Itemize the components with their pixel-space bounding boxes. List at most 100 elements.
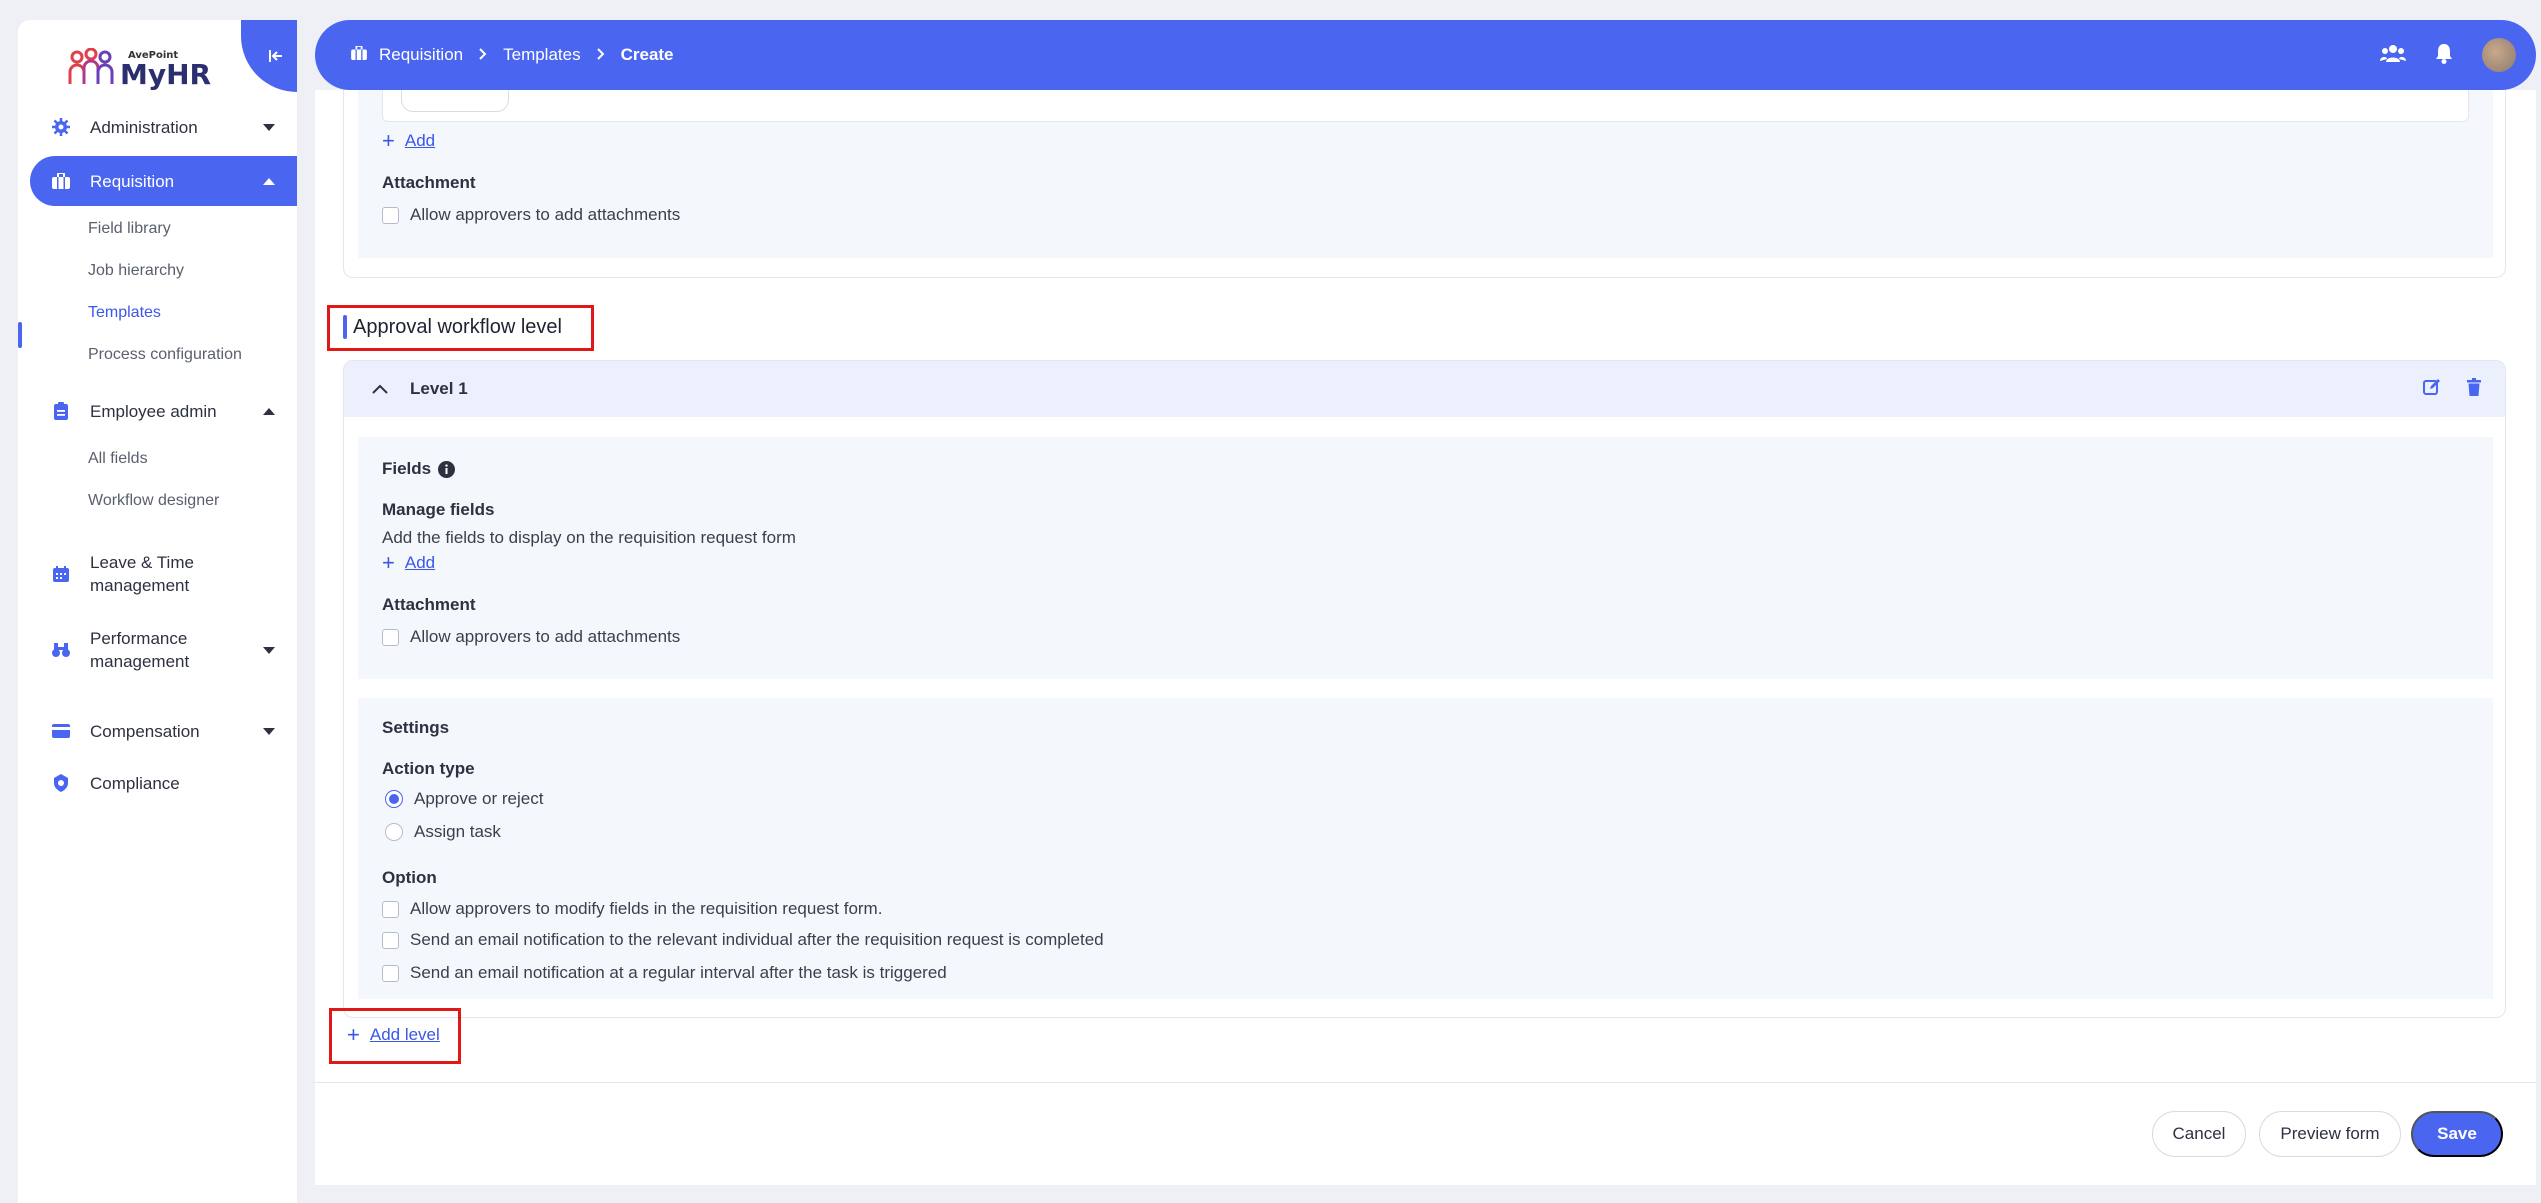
action-type-approve-radio[interactable]: Approve or reject [385,789,543,809]
sidebar-item-label: Employee admin [90,401,217,421]
caret-up-icon [263,401,275,421]
sidebar-subitem-workflow-designer[interactable]: Workflow designer [88,492,219,510]
save-button[interactable]: Save [2411,1111,2503,1157]
sidebar-item-leave-time[interactable]: Leave & Time management [30,544,297,604]
chevron-right-icon [479,47,487,63]
collapse-sidebar-button[interactable] [241,20,297,92]
clipboard-icon [46,402,76,420]
sidebar-item-label: Administration [90,117,198,137]
bell-icon[interactable] [2434,42,2454,69]
radio-circle[interactable] [385,823,403,841]
plus-icon: + [347,1022,360,1047]
binoculars-icon [46,642,76,658]
people-icon[interactable] [2380,44,2406,67]
briefcase-icon [46,173,76,189]
sidebar-subitem-process-configuration[interactable]: Process configuration [88,346,242,364]
collapse-icon [269,50,282,62]
settings-panel: Settings Action type Approve or reject A… [358,698,2493,999]
section-title: Approval workflow level [343,315,562,339]
checkbox-box[interactable] [382,206,399,224]
sidebar-item-label: Compliance [90,773,180,793]
fields-label: Fields [382,459,456,479]
sidebar-subitem-templates[interactable]: Templates [88,304,161,322]
checkbox-box[interactable] [382,900,399,918]
sidebar-subitem-all-fields[interactable]: All fields [88,450,148,468]
checkbox-box[interactable] [382,628,399,646]
settings-label: Settings [382,718,450,737]
checkbox-box[interactable] [382,964,399,982]
level-title: Level 1 [410,379,468,398]
cancel-button[interactable]: Cancel [2152,1111,2246,1157]
section-accent-bar [343,315,347,339]
caret-up-icon [263,171,275,191]
option-modify-fields-checkbox[interactable]: Allow approvers to modify fields in the … [382,899,882,919]
sidebar-item-label: Requisition [90,171,175,191]
sidebar-subitem-job-hierarchy[interactable]: Job hierarchy [88,262,184,280]
plus-icon: + [382,128,395,153]
previous-level-panel: + Add Attachment Allow approvers to add … [358,90,2493,258]
checkbox-box[interactable] [382,931,399,949]
add-level-link[interactable]: + Add level [347,1024,440,1046]
sidebar-item-compliance[interactable]: Compliance [30,758,297,808]
attachment-label: Attachment [382,173,476,192]
caret-down-icon [263,640,275,660]
manage-fields-label: Manage fields [382,500,495,519]
level-actions [2423,361,2481,417]
sidebar-item-employee-admin[interactable]: Employee admin [30,386,297,436]
shield-gear-icon [46,774,76,792]
sidebar-item-compensation[interactable]: Compensation [30,706,297,756]
option-label: Option [382,868,437,887]
top-bar: Requisition Templates Create [315,20,2536,90]
breadcrumb-item[interactable]: Requisition [379,45,463,65]
caret-down-icon [263,117,275,137]
main-content: + Add Attachment Allow approvers to add … [315,90,2536,1185]
footer-divider [315,1082,2536,1083]
breadcrumb-current: Create [620,45,674,64]
level-card: Level 1 Fields Manage fields Add the fie… [343,360,2506,1018]
calendar-icon [46,566,76,582]
allow-attachments-checkbox[interactable]: Allow approvers to add attachments [382,205,680,225]
active-indicator [18,322,22,348]
manage-fields-description: Add the fields to display on the requisi… [382,528,796,547]
attachment-label: Attachment [382,595,476,614]
chevron-right-icon [596,47,605,63]
option-email-completed-checkbox[interactable]: Send an email notification to the releva… [382,930,1104,950]
sidebar-subitem-field-library[interactable]: Field library [88,220,171,238]
sidebar-item-performance[interactable]: Performance management [30,620,297,680]
app-logo[interactable]: AvePoint MyHR [66,34,226,104]
breadcrumb-item[interactable]: Templates [503,45,580,65]
edit-icon[interactable] [2423,378,2441,401]
avatar[interactable] [2482,38,2516,72]
action-type-label: Action type [382,759,475,778]
option-email-interval-checkbox[interactable]: Send an email notification at a regular … [382,963,947,983]
add-field-link[interactable]: + Add [382,552,435,574]
field-chip[interactable] [401,90,509,112]
plus-icon: + [382,550,395,575]
gear-icon [46,118,76,136]
sidebar-item-requisition[interactable]: Requisition [30,156,297,206]
sidebar-item-label: Compensation [90,721,200,741]
preview-form-button[interactable]: Preview form [2259,1111,2401,1157]
sidebar-item-label: Performance management [90,629,190,671]
level-header[interactable]: Level 1 [344,361,2505,417]
fields-panel: Fields Manage fields Add the fields to d… [358,437,2493,679]
previous-level-card: + Add Attachment Allow approvers to add … [343,90,2506,278]
fields-box [382,90,2469,122]
allow-attachments-checkbox[interactable]: Allow approvers to add attachments [382,627,680,647]
chevron-up-icon[interactable] [372,384,392,394]
card-icon [46,724,76,738]
brand-name: MyHR [120,58,212,91]
sidebar-item-label: Leave & Time management [90,553,194,595]
trash-icon[interactable] [2467,377,2481,401]
top-actions [2380,20,2516,90]
breadcrumb: Requisition Templates Create [345,45,680,65]
sidebar: AvePoint MyHR Administration Requisition… [18,20,297,1203]
add-field-link[interactable]: + Add [382,130,435,152]
briefcase-icon [351,45,367,65]
sidebar-item-administration[interactable]: Administration [30,102,297,152]
info-icon[interactable] [438,460,456,478]
action-type-assign-radio[interactable]: Assign task [385,822,501,842]
radio-circle[interactable] [385,790,403,808]
logo-icon [68,48,114,84]
caret-down-icon [263,721,275,741]
